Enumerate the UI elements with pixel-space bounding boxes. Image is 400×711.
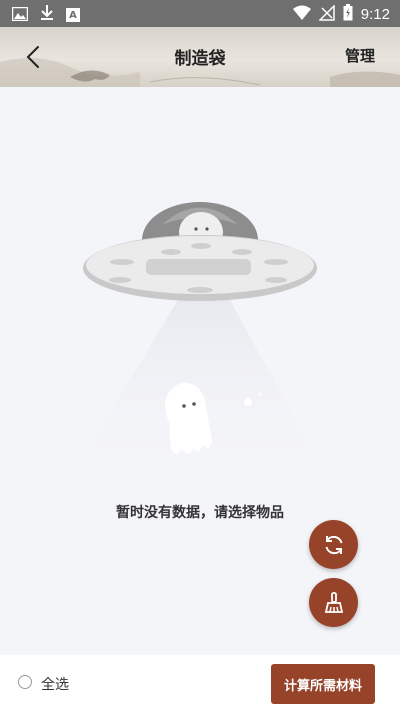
status-bar: A 9:12 xyxy=(0,0,400,27)
refresh-button[interactable] xyxy=(309,520,358,569)
status-time: 9:12 xyxy=(360,6,390,23)
broom-icon xyxy=(324,591,343,613)
empty-state-illustration xyxy=(70,202,328,480)
app-bar: 制造袋 管理 xyxy=(0,27,400,87)
image-icon xyxy=(11,6,29,25)
refresh-icon xyxy=(325,535,342,554)
status-bar-system: 9:12 xyxy=(292,3,390,25)
select-all-label[interactable]: 全选 xyxy=(41,674,69,694)
bottom-bar: 全选 计算所需材料 xyxy=(0,655,400,711)
battery-charging-icon xyxy=(343,4,353,25)
calculate-materials-button[interactable]: 计算所需材料 xyxy=(271,664,375,704)
empty-state-message: 暂时没有数据，请选择物品 xyxy=(116,505,284,521)
wifi-icon xyxy=(292,5,311,25)
manage-button[interactable]: 管理 xyxy=(345,45,375,66)
a-letter-icon: A xyxy=(66,8,80,22)
page-title: 制造袋 xyxy=(174,49,226,69)
clean-button[interactable] xyxy=(309,578,358,627)
download-icon xyxy=(40,5,54,25)
status-bar-notifications: A xyxy=(11,5,80,25)
no-signal-icon xyxy=(317,3,335,25)
select-all-radio[interactable] xyxy=(18,675,32,689)
